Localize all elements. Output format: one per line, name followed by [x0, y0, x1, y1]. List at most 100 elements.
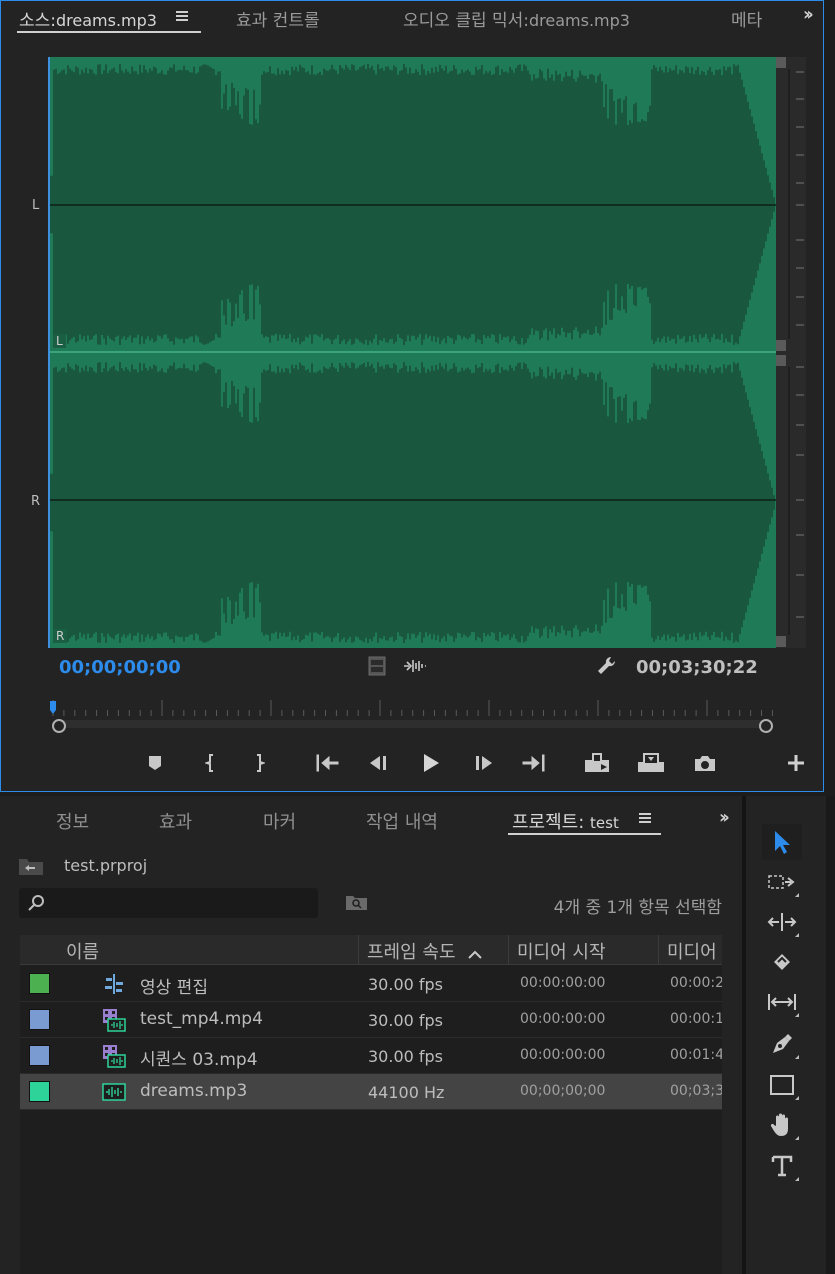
overwrite-icon	[638, 753, 664, 772]
slip-tool-icon	[768, 994, 796, 1010]
playhead-marker[interactable]	[50, 701, 56, 714]
ripple-edit-tool-button[interactable]	[762, 904, 802, 940]
tab-info[interactable]: 정보	[56, 808, 89, 834]
channel-left-tag: L	[53, 334, 66, 348]
rectangle-tool-button[interactable]	[762, 1067, 802, 1103]
overflow-chevrons-icon[interactable]: ››	[803, 4, 814, 25]
mark-out-icon	[257, 754, 265, 772]
table-row[interactable]: test_mp4.mp4 30.00 fps 00:00:00:00 00:00…	[20, 1002, 722, 1038]
add-button[interactable]	[781, 750, 811, 776]
play-button[interactable]	[416, 750, 446, 776]
search-icon	[28, 895, 44, 911]
tab-mixer-name: dreams.mp3	[529, 11, 630, 30]
item-media-start: 00;00;00;00	[520, 1083, 606, 1099]
ripple-edit-tool-icon	[767, 913, 797, 931]
mark-in-icon	[205, 754, 213, 772]
label-color-swatch[interactable]	[29, 1081, 50, 1102]
zoom-handle-end[interactable]	[759, 719, 773, 733]
label-color-swatch[interactable]	[29, 1009, 50, 1030]
project-tab-bar: 정보 효과 마커 작업 내역 프로젝트: test ››	[0, 796, 742, 840]
track-select-tool-button[interactable]	[762, 864, 802, 900]
tools-scrollbar[interactable]	[826, 796, 835, 1274]
razor-tool-button[interactable]	[762, 944, 802, 980]
project-overflow-chevrons-icon[interactable]: ››	[719, 807, 730, 828]
zoom-handle-start[interactable]	[52, 719, 66, 733]
table-header: 이름 프레임 속도 미디어 시작 미디어	[20, 935, 722, 965]
tab-history[interactable]: 작업 내역	[366, 808, 438, 834]
column-header-name[interactable]: 이름	[66, 938, 99, 964]
column-header-media-end[interactable]: 미디어	[667, 938, 717, 964]
channel-left-label: L	[32, 198, 40, 213]
source-tab-bar: 소스:dreams.mp3 효과 컨트롤 오디오 클립 믹서:dreams.mp…	[0, 0, 822, 40]
audio-clip-icon	[102, 1083, 126, 1101]
video-clip-icon	[103, 1009, 126, 1032]
table-row[interactable]: dreams.mp3 44100 Hz 00;00;00;00 00;03;3	[20, 1074, 722, 1110]
item-media-end: 00:01:4	[670, 1047, 722, 1063]
item-media-end: 00;03;3	[670, 1083, 722, 1099]
project-tab-underline	[508, 833, 661, 835]
duration-timecode: 00;03;30;22	[636, 657, 758, 678]
tab-audio-clip-mixer[interactable]: 오디오 클립 믹서:dreams.mp3	[403, 6, 630, 31]
step-forward-button[interactable]	[469, 750, 499, 776]
mark-out-button[interactable]	[244, 750, 274, 776]
slip-tool-button[interactable]	[762, 984, 802, 1020]
overwrite-button[interactable]	[636, 750, 666, 776]
search-input[interactable]	[19, 888, 318, 918]
item-media-start: 00:00:00:00	[520, 1011, 606, 1027]
type-tool-button[interactable]	[762, 1148, 802, 1184]
tab-effect-controls[interactable]: 효과 컨트롤	[236, 6, 320, 31]
item-name: 시퀀스 03.mp4	[140, 1050, 258, 1070]
rectangle-tool-icon	[770, 1075, 794, 1095]
current-timecode[interactable]: 00;00;00;00	[59, 657, 181, 678]
item-frame-rate: 30.00 fps	[368, 1047, 444, 1066]
wrench-icon[interactable]	[596, 655, 618, 677]
item-media-start: 00:00:00:00	[520, 1047, 606, 1063]
bin-folder-icon[interactable]	[18, 856, 44, 876]
hand-tool-button[interactable]	[762, 1107, 802, 1143]
audio-waveform-icon[interactable]	[403, 658, 427, 674]
sequence-icon	[105, 974, 123, 994]
film-strip-icon[interactable]	[368, 656, 386, 676]
go-to-out-button[interactable]	[519, 750, 549, 776]
audio-waveform-display[interactable]	[50, 57, 776, 648]
export-frame-button[interactable]	[690, 750, 720, 776]
label-color-swatch[interactable]	[29, 1045, 50, 1066]
selection-tool-button[interactable]	[762, 824, 802, 860]
panel-menu-icon[interactable]	[176, 9, 189, 23]
item-frame-rate: 30.00 fps	[368, 1011, 444, 1030]
add-button-icon	[788, 755, 804, 771]
tab-metadata[interactable]: 메타	[731, 6, 762, 31]
pen-tool-button[interactable]	[762, 1026, 802, 1062]
column-frame-rate-label: 프레임 속도	[367, 942, 456, 963]
insert-button[interactable]	[583, 750, 613, 776]
playhead-line	[48, 57, 50, 648]
step-forward-icon	[476, 756, 492, 770]
find-in-bin-icon[interactable]	[345, 893, 369, 911]
time-ruler[interactable]	[50, 696, 780, 738]
channel-right-tag: R	[53, 629, 68, 643]
step-back-icon	[370, 756, 386, 770]
column-header-media-start[interactable]: 미디어 시작	[517, 938, 606, 964]
tab-source-name: dreams.mp3	[56, 11, 157, 30]
tab-source[interactable]: 소스:dreams.mp3	[19, 6, 189, 31]
go-to-out-icon	[522, 754, 545, 772]
export-frame-icon	[695, 756, 715, 771]
add-marker-button[interactable]	[140, 750, 170, 776]
tab-effects[interactable]: 효과	[159, 808, 192, 834]
label-color-swatch[interactable]	[29, 973, 50, 994]
track-select-tool-icon	[768, 875, 795, 889]
table-row[interactable]: 영상 편집 30.00 fps 00:00:00:00 00:00:2	[20, 966, 722, 1002]
table-row[interactable]: 시퀀스 03.mp4 30.00 fps 00:00:00:00 00:01:4	[20, 1038, 722, 1074]
mark-in-button[interactable]	[196, 750, 226, 776]
step-back-button[interactable]	[363, 750, 393, 776]
tab-markers[interactable]: 마커	[263, 808, 296, 834]
column-header-frame-rate[interactable]: 프레임 속도	[367, 938, 483, 964]
project-items-table: 이름 프레임 속도 미디어 시작 미디어 영상 편집 30.00 fps 00:…	[20, 935, 722, 1274]
tab-project[interactable]: 프로젝트: test	[512, 808, 651, 834]
go-to-in-button[interactable]	[312, 750, 342, 776]
item-media-start: 00:00:00:00	[520, 975, 606, 991]
video-clip-icon	[103, 1045, 126, 1068]
go-to-in-icon	[316, 754, 339, 772]
selection-count-text: 4개 중 1개 항목 선택함	[553, 898, 722, 918]
project-menu-icon[interactable]	[638, 811, 651, 825]
